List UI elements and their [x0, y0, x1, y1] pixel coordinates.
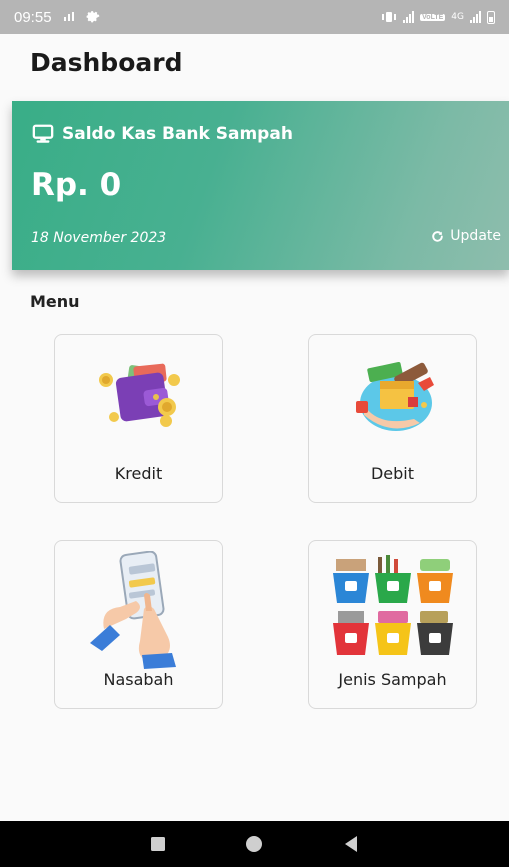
menu-card-label: Kredit: [114, 464, 163, 483]
balance-card-header: Saldo Kas Bank Sampah: [32, 123, 293, 145]
settings-gear-icon: [86, 11, 99, 23]
wallet-coins-illustration: [55, 345, 222, 455]
data-usage-icon: [63, 12, 74, 21]
menu-card-label: Jenis Sampah: [338, 670, 447, 689]
balance-card-title: Saldo Kas Bank Sampah: [62, 124, 293, 144]
volte-badge: VoLTE: [420, 13, 446, 21]
system-nav-bar: [0, 821, 509, 867]
update-button[interactable]: Update: [431, 228, 501, 244]
balance-date: 18 November 2023: [31, 230, 167, 246]
signal-1-icon: [403, 11, 415, 23]
recents-icon: [151, 837, 166, 851]
balance-amount: Rp. 0: [31, 167, 122, 203]
balance-card: Saldo Kas Bank Sampah Rp. 0 18 November …: [12, 101, 509, 270]
signal-2-icon: [470, 11, 481, 23]
battery-icon: [487, 10, 495, 24]
home-icon: [246, 836, 263, 852]
status-right: VoLTE 4G: [381, 10, 495, 24]
status-left: 09:55: [14, 9, 100, 26]
app-header: Dashboard: [0, 34, 509, 100]
recycle-bins-illustration: [309, 551, 476, 661]
update-label: Update: [450, 228, 501, 244]
vibrate-icon: [382, 12, 397, 22]
page-title: Dashboard: [30, 48, 183, 77]
recents-button[interactable]: [148, 834, 168, 854]
network-type: 4G: [451, 12, 464, 22]
cash-box-hand-illustration: [309, 345, 476, 455]
back-button[interactable]: [341, 834, 361, 854]
refresh-icon: [432, 230, 444, 242]
menu-section-label: Menu: [30, 292, 80, 311]
hand-phone-illustration: [55, 551, 222, 669]
cash-register-icon: [32, 124, 54, 143]
menu-card-label: Debit: [370, 464, 415, 483]
menu-card-kredit[interactable]: Kredit: [54, 334, 223, 503]
menu-card-label: Nasabah: [103, 670, 174, 689]
menu-card-nasabah[interactable]: Nasabah: [54, 540, 223, 709]
menu-card-jenis-sampah[interactable]: Jenis Sampah: [308, 540, 477, 709]
back-icon: [344, 836, 357, 852]
status-bar: 09:55 VoLTE 4G: [0, 0, 509, 34]
status-time: 09:55: [14, 8, 52, 26]
home-button[interactable]: [244, 834, 264, 854]
menu-card-debit[interactable]: Debit: [308, 334, 477, 503]
